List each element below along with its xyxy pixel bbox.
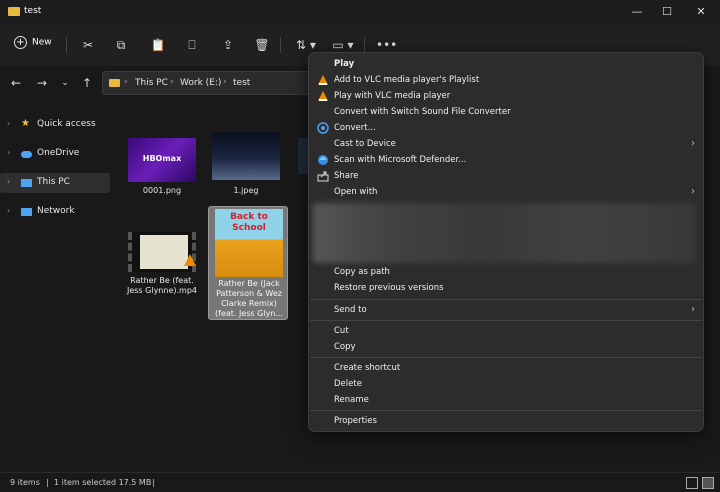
toolbar-divider: [66, 37, 67, 53]
menu-item-restore-previous-versions[interactable]: Restore previous versions: [309, 280, 703, 296]
file-name: 1.jpeg: [233, 186, 259, 195]
forward-arrow-icon[interactable]: →: [35, 75, 49, 91]
menu-item-create-shortcut[interactable]: Create shortcut: [309, 360, 703, 376]
chevron-right-icon: ›: [691, 304, 695, 315]
new-button[interactable]: + New: [14, 36, 52, 54]
history-chevron-icon[interactable]: ⌄: [58, 75, 72, 91]
menu-item-add-to-vlc-playlist[interactable]: Add to VLC media player's Playlist: [309, 72, 703, 88]
cloud-icon: [21, 151, 32, 158]
up-arrow-icon[interactable]: ↑: [80, 75, 94, 91]
chevron-right-icon[interactable]: ›: [7, 206, 10, 215]
vlc-icon: [317, 90, 329, 102]
tiles-view-button[interactable]: [702, 477, 714, 489]
breadcrumb-this-pc[interactable]: This PC: [135, 78, 168, 88]
navigation-pane: › ★ Quick access › OneDrive › This PC › …: [0, 100, 112, 472]
sidebar-item-quick-access[interactable]: › ★ Quick access: [0, 115, 110, 135]
menu-item-open-with[interactable]: Open with ›: [309, 184, 703, 200]
star-icon: ★: [21, 118, 30, 129]
menu-item-convert-with-switch[interactable]: Convert with Switch Sound File Converter: [309, 104, 703, 120]
close-button[interactable]: ✕: [692, 4, 710, 20]
menu-item-cast-to-device[interactable]: Cast to Device ›: [309, 136, 703, 152]
menu-separator: [310, 320, 702, 321]
menu-item-share[interactable]: Share: [309, 168, 703, 184]
menu-item-copy-as-path[interactable]: Copy as path: [309, 264, 703, 280]
menu-item-play[interactable]: Play: [309, 56, 703, 72]
status-bar: 9 items | 1 item selected 17.5 MB |: [0, 472, 720, 492]
file-name: Rather Be (Jack Patterson & Wez Clarke R…: [215, 279, 283, 318]
menu-separator: [310, 357, 702, 358]
menu-item-scan-defender[interactable]: Scan with Microsoft Defender...: [309, 152, 703, 168]
menu-item-rename[interactable]: Rename: [309, 392, 703, 408]
more-options-icon[interactable]: •••: [376, 37, 397, 53]
menu-separator: [310, 410, 702, 411]
menu-item-delete[interactable]: Delete: [309, 376, 703, 392]
menu-item-properties[interactable]: Properties: [309, 413, 703, 429]
menu-separator: [310, 299, 702, 300]
rename-icon[interactable]: ⎕: [184, 37, 200, 53]
file-thumbnail: [212, 132, 280, 180]
blurred-region: [313, 203, 697, 263]
file-name: Rather Be (feat. Jess Glynne).mp4: [126, 276, 197, 295]
folder-icon: [109, 79, 120, 87]
chevron-right-icon: ›: [691, 186, 695, 197]
address-bar[interactable]: › This PC › Work (E:) › test: [102, 71, 322, 95]
defender-icon: [317, 154, 329, 166]
chevron-right-icon[interactable]: ›: [7, 148, 10, 157]
file-thumbnail: Back to School: [215, 209, 283, 277]
chevron-right-icon[interactable]: ›: [7, 119, 10, 128]
sidebar-item-this-pc[interactable]: › This PC: [0, 173, 110, 193]
item-count: 9 items: [10, 478, 40, 487]
breadcrumb-work-drive[interactable]: Work (E:): [180, 78, 221, 88]
menu-item-cut[interactable]: Cut: [309, 323, 703, 339]
cut-icon[interactable]: ✂: [80, 37, 96, 53]
menu-item-send-to[interactable]: Send to ›: [309, 302, 703, 318]
convert-icon: [317, 122, 329, 134]
menu-item-play-with-vlc[interactable]: Play with VLC media player: [309, 88, 703, 104]
share-icon[interactable]: ⇪: [220, 37, 236, 53]
window-title: test: [24, 6, 42, 16]
delete-icon[interactable]: 🗑: [254, 37, 270, 53]
share-icon: [317, 170, 329, 182]
toolbar-divider: [364, 37, 365, 53]
video-thumbnail: [128, 232, 196, 272]
sort-icon[interactable]: ⇅ ▾: [292, 37, 320, 53]
file-item[interactable]: Rather Be (feat. Jess Glynne).mp4: [122, 208, 202, 326]
title-bar: test — ☐ ✕: [0, 0, 720, 24]
view-icon[interactable]: ▭ ▾: [330, 37, 356, 53]
back-arrow-icon[interactable]: ←: [9, 75, 23, 91]
context-menu: Play Add to VLC media player's Playlist …: [308, 52, 704, 432]
toolbar-divider: [280, 37, 281, 53]
selection-info: 1 item selected 17.5 MB: [54, 478, 152, 487]
breadcrumb-test[interactable]: test: [233, 78, 250, 88]
folder-icon: [8, 7, 20, 16]
sidebar-item-onedrive[interactable]: › OneDrive: [0, 144, 110, 164]
vlc-icon: [184, 254, 196, 266]
copy-icon[interactable]: ⧉: [113, 37, 129, 53]
vlc-icon: [317, 74, 329, 86]
details-view-button[interactable]: [686, 477, 698, 489]
menu-item-copy[interactable]: Copy: [309, 339, 703, 355]
file-item-selected[interactable]: Back to School Rather Be (Jack Patterson…: [208, 206, 288, 320]
file-thumbnail: HBOmax: [128, 138, 196, 182]
sidebar-item-network[interactable]: › Network: [0, 202, 110, 222]
plus-icon: +: [14, 36, 27, 49]
monitor-icon: [21, 179, 32, 187]
maximize-button[interactable]: ☐: [658, 4, 676, 20]
network-icon: [21, 208, 32, 216]
chevron-right-icon[interactable]: ›: [7, 177, 10, 186]
paste-icon[interactable]: 📋: [150, 37, 166, 53]
minimize-button[interactable]: —: [628, 4, 646, 20]
file-thumbnail-partial: [298, 138, 308, 174]
file-name: 0001.png: [142, 186, 182, 195]
chevron-right-icon: ›: [691, 138, 695, 149]
menu-item-convert[interactable]: Convert...: [309, 120, 703, 136]
